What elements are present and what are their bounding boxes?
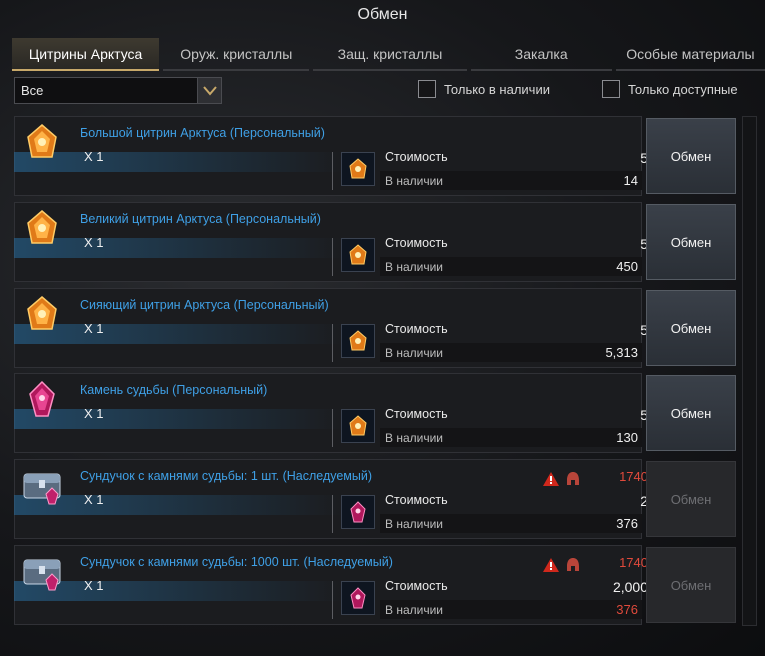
in-stock-value: 376 bbox=[616, 516, 638, 531]
in-stock-label: В наличии bbox=[385, 260, 444, 274]
item-quantity: X 1 bbox=[84, 321, 104, 336]
tab-arctus-citrines[interactable]: Цитрины Арктуса bbox=[12, 38, 160, 71]
exchange-row: Сундучок с камнями судьбы: 1000 шт. (Нас… bbox=[14, 545, 740, 625]
item-quantity: X 1 bbox=[84, 149, 104, 164]
helmet-icon bbox=[567, 558, 579, 571]
item-quantity: X 1 bbox=[84, 406, 104, 421]
checkbox-box[interactable] bbox=[418, 80, 436, 98]
in-stock-value: 5,313 bbox=[605, 345, 638, 360]
cost-value: 2,000 bbox=[612, 579, 648, 595]
item-name: Камень судьбы (Персональный) bbox=[80, 383, 268, 397]
citrine-currency-icon bbox=[341, 409, 375, 443]
item-quantity: X 1 bbox=[84, 578, 104, 593]
exchange-row: Сундучок с камнями судьбы: 1 шт. (Наслед… bbox=[14, 459, 740, 539]
cost-label: Стоимость bbox=[385, 493, 448, 507]
only-in-stock-checkbox[interactable]: Только в наличии bbox=[418, 80, 550, 98]
list-scrollbar[interactable] bbox=[742, 116, 757, 626]
chest-icon bbox=[20, 550, 64, 594]
destiny-stone-currency-icon bbox=[341, 581, 375, 615]
item-name: Сундучок с камнями судьбы: 1 шт. (Наслед… bbox=[80, 469, 373, 483]
exchange-row: Большой цитрин Арктуса (Персональный) X … bbox=[14, 116, 740, 196]
exchange-list: Большой цитрин Арктуса (Персональный) X … bbox=[14, 116, 740, 626]
exchange-row: Великий цитрин Арктуса (Персональный) X … bbox=[14, 202, 740, 282]
in-stock-value: 130 bbox=[616, 430, 638, 445]
exchange-button[interactable]: Обмен bbox=[646, 461, 736, 537]
item-quantity: X 1 bbox=[84, 492, 104, 507]
requirement-value: 1740 bbox=[619, 469, 648, 484]
only-in-stock-label: Только в наличии bbox=[444, 81, 550, 97]
requirement-warning bbox=[543, 471, 581, 487]
in-stock-bar: В наличии 376 bbox=[380, 600, 642, 619]
tab-armor-crystals[interactable]: Защ. кристаллы bbox=[313, 38, 467, 71]
requirement-warning bbox=[543, 557, 581, 573]
in-stock-label: В наличии bbox=[385, 603, 444, 617]
warning-icon bbox=[543, 472, 559, 486]
in-stock-label: В наличии bbox=[385, 346, 444, 360]
tab-tempering[interactable]: Закалка bbox=[470, 38, 612, 71]
warning-icon bbox=[543, 558, 559, 572]
tab-special-materials[interactable]: Особые материалы bbox=[615, 38, 765, 71]
in-stock-bar: В наличии 14 bbox=[380, 171, 642, 190]
tab-weapon-crystals[interactable]: Оруж. кристаллы bbox=[163, 38, 310, 71]
in-stock-label: В наличии bbox=[385, 174, 444, 188]
exchange-row: Сияющий цитрин Арктуса (Персональный) X … bbox=[14, 288, 740, 368]
tab-bar: Цитрины Арктуса Оруж. кристаллы Защ. кри… bbox=[12, 38, 765, 71]
item-name: Большой цитрин Арктуса (Персональный) bbox=[80, 126, 325, 140]
window-title: Обмен bbox=[357, 6, 408, 23]
in-stock-bar: В наличии 130 bbox=[380, 428, 642, 447]
cost-label: Стоимость bbox=[385, 407, 448, 421]
requirement-value: 1740 bbox=[619, 555, 648, 570]
only-available-label: Только доступные bbox=[628, 81, 738, 97]
chevron-down-icon[interactable] bbox=[197, 78, 221, 103]
in-stock-label: В наличии bbox=[385, 517, 444, 531]
in-stock-value: 450 bbox=[616, 259, 638, 274]
cost-label: Стоимость bbox=[385, 322, 448, 336]
citrine-gem-icon bbox=[20, 207, 64, 251]
chest-icon bbox=[20, 464, 64, 508]
filter-selected-value: Все bbox=[21, 83, 44, 98]
destiny-stone-icon bbox=[20, 378, 64, 422]
cost-label: Стоимость bbox=[385, 150, 448, 164]
in-stock-bar: В наличии 450 bbox=[380, 257, 642, 276]
item-name: Сияющий цитрин Арктуса (Персональный) bbox=[80, 298, 329, 312]
exchange-row: Камень судьбы (Персональный) X 1 Стоимос… bbox=[14, 373, 740, 453]
only-available-checkbox[interactable]: Только доступные bbox=[602, 80, 738, 98]
checkbox-box[interactable] bbox=[602, 80, 620, 98]
citrine-gem-icon bbox=[20, 121, 64, 165]
exchange-button[interactable]: Обмен bbox=[646, 204, 736, 280]
item-quantity: X 1 bbox=[84, 235, 104, 250]
citrine-currency-icon bbox=[341, 324, 375, 358]
exchange-button[interactable]: Обмен bbox=[646, 118, 736, 194]
exchange-button[interactable]: Обмен bbox=[646, 290, 736, 366]
in-stock-bar: В наличии 5,313 bbox=[380, 343, 642, 362]
in-stock-value: 14 bbox=[623, 173, 638, 188]
cost-label: Стоимость bbox=[385, 579, 448, 593]
citrine-currency-icon bbox=[341, 152, 375, 186]
helmet-icon bbox=[567, 472, 579, 485]
exchange-button[interactable]: Обмен bbox=[646, 547, 736, 623]
in-stock-bar: В наличии 376 bbox=[380, 514, 642, 533]
exchange-button[interactable]: Обмен bbox=[646, 375, 736, 451]
citrine-currency-icon bbox=[341, 238, 375, 272]
in-stock-value: 376 bbox=[616, 602, 638, 617]
in-stock-label: В наличии bbox=[385, 431, 444, 445]
destiny-stone-currency-icon bbox=[341, 495, 375, 529]
category-filter-select[interactable]: Все bbox=[14, 77, 222, 104]
item-name: Сундучок с камнями судьбы: 1000 шт. (Нас… bbox=[80, 555, 393, 569]
item-name: Великий цитрин Арктуса (Персональный) bbox=[80, 212, 321, 226]
cost-label: Стоимость bbox=[385, 236, 448, 250]
citrine-gem-icon bbox=[20, 293, 64, 337]
